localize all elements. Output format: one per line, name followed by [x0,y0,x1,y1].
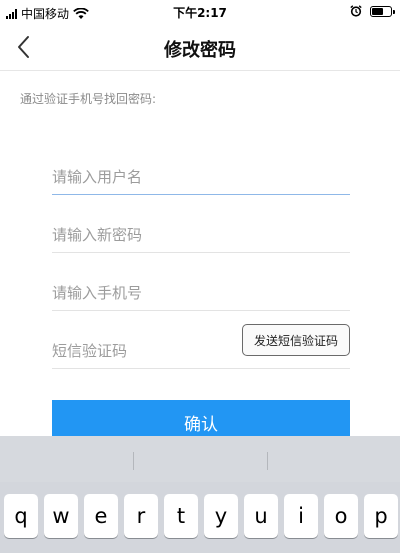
suggestion-divider [267,452,268,470]
sms-code-input[interactable] [52,334,232,368]
battery-fill [372,7,384,15]
navigation-bar: 修改密码 [0,24,400,71]
key-y[interactable]: y [204,494,238,538]
key-q[interactable]: q [4,494,38,538]
key-u[interactable]: u [244,494,278,538]
key-o[interactable]: o [324,494,358,538]
battery-icon [370,5,395,17]
send-sms-code-button[interactable]: 发送短信验证码 [242,324,350,356]
key-t[interactable]: t [164,494,198,538]
alarm-icon [350,5,362,17]
key-r[interactable]: r [124,494,158,538]
phone-input[interactable] [52,276,350,311]
suggestion-divider [133,452,134,470]
status-bar: 中国移动 下午2:17 [0,0,400,24]
keyboard-row-1: q w e r t y u i o p [4,494,398,538]
new-password-input[interactable] [52,218,350,253]
key-e[interactable]: e [84,494,118,538]
key-w[interactable]: w [44,494,78,538]
key-i[interactable]: i [284,494,318,538]
username-input[interactable] [52,160,350,195]
page-title: 修改密码 [164,40,236,61]
status-right [350,5,395,17]
keyboard-suggestion-bar [0,436,400,482]
system-keyboard: q w e r t y u i o p [0,436,400,553]
instruction-text: 通过验证手机号找回密码: [20,92,157,106]
clock: 下午2:17 [173,6,227,20]
key-p[interactable]: p [364,494,398,538]
sms-code-underline [52,368,350,369]
